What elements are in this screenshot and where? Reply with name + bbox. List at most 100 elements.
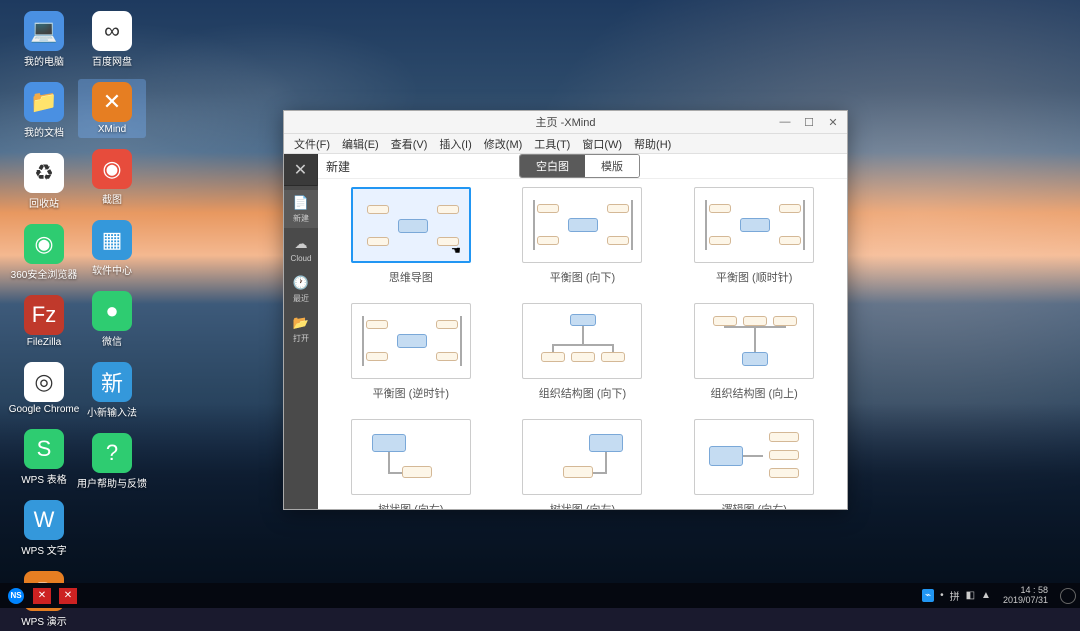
desktop-icon-微信[interactable]: ●微信	[78, 288, 146, 351]
template-thumbnail	[694, 303, 814, 379]
template-label: 平衡图 (逆时针)	[373, 385, 449, 401]
sidebar-item-label: 打开	[293, 333, 309, 344]
desktop-icon-截图[interactable]: ◉截图	[78, 146, 146, 209]
icon-label: WPS 表格	[21, 471, 67, 486]
sidebar-item-label: 最近	[293, 293, 309, 304]
desktop-icon-WPS 表格[interactable]: SWPS 表格	[10, 426, 78, 489]
taskbar-app-xmind-1[interactable]: ✕	[30, 586, 54, 606]
app-icon: 📁	[24, 82, 64, 122]
desktop-icon-WPS 文字[interactable]: WWPS 文字	[10, 497, 78, 560]
app-icon: 新	[92, 362, 132, 402]
tab-template[interactable]: 模版	[585, 155, 639, 177]
template-tree-left[interactable]: 树状图 (向左)	[512, 419, 654, 509]
sidebar-Cloud[interactable]: ☁ Cloud	[284, 230, 318, 268]
desktop-icon-我的电脑[interactable]: 💻 我的电脑	[10, 8, 78, 71]
desktop-icon-我的文档[interactable]: 📁 我的文档	[10, 79, 78, 142]
打开-icon: 📂	[293, 315, 309, 331]
titlebar[interactable]: 主页 -XMind — ☐ ✕	[284, 111, 847, 134]
template-balance-ccw[interactable]: 平衡图 (逆时针)	[340, 303, 482, 401]
desktop-icon-百度网盘[interactable]: ∞ 百度网盘	[78, 8, 146, 71]
desktop-icon-回收站[interactable]: ♻ 回收站	[10, 150, 78, 213]
menu-帮助(H)[interactable]: 帮助(H)	[630, 134, 675, 154]
left-panel-top: ✕	[284, 154, 318, 186]
xmind-window: 主页 -XMind — ☐ ✕ 文件(F)编辑(E)查看(V)插入(I)修改(M…	[283, 110, 848, 510]
desktop-icon-软件中心[interactable]: ▦软件中心	[78, 217, 146, 280]
app-icon: ◎	[24, 362, 64, 402]
menu-查看(V)[interactable]: 查看(V)	[387, 134, 432, 154]
minimize-button[interactable]: —	[773, 113, 797, 131]
desktop-icon-Google Chrome[interactable]: ◎ Google Chrome	[10, 359, 78, 418]
app-icon: ∞	[92, 11, 132, 51]
app-icon: ◉	[92, 149, 132, 189]
icon-label: 小新输入法	[87, 404, 137, 419]
template-label: 树状图 (向右)	[378, 501, 443, 509]
Cloud-icon: ☁	[295, 236, 308, 252]
template-balance-down[interactable]: 平衡图 (向下)	[512, 187, 654, 285]
icon-label: 回收站	[29, 195, 59, 210]
sidebar-item-label: 新建	[293, 213, 309, 224]
template-org-down[interactable]: 组织结构图 (向下)	[512, 303, 654, 401]
template-thumbnail: ☚	[351, 187, 471, 263]
menu-窗口(W)[interactable]: 窗口(W)	[578, 134, 626, 154]
desktop-icon-XMind[interactable]: ✕ XMind	[78, 79, 146, 138]
menu-工具(T)[interactable]: 工具(T)	[530, 134, 574, 154]
app-icon: 💻	[24, 11, 64, 51]
app-icon: ✕	[92, 82, 132, 122]
cursor-icon: ☚	[451, 244, 461, 257]
template-balance-cw[interactable]: 平衡图 (顺时针)	[683, 187, 825, 285]
icon-label: 我的文档	[24, 124, 64, 139]
close-button[interactable]: ✕	[821, 113, 845, 131]
sidebar-打开[interactable]: 📂 打开	[284, 310, 318, 348]
template-tabs: 空白图 模版	[519, 154, 640, 178]
app-icon: ♻	[24, 153, 64, 193]
新建-icon: 📄	[293, 195, 309, 211]
show-desktop-button[interactable]	[1060, 588, 1076, 604]
template-thumbnail	[694, 419, 814, 495]
system-tray: ⌁ • 拼 ◧ ▲ 14 : 58 2019/07/31	[922, 586, 1076, 606]
notification-icon[interactable]: ◧	[966, 590, 975, 601]
icon-label: 百度网盘	[92, 53, 132, 68]
icon-label: XMind	[98, 124, 126, 135]
desktop-icons: 💻 我的电脑 📁 我的文档 ♻ 回收站 ◉360安全浏览器 FzFileZilla ◎ Googl…	[10, 8, 146, 631]
template-org-up[interactable]: 组织结构图 (向上)	[683, 303, 825, 401]
maximize-button[interactable]: ☐	[797, 113, 821, 131]
bluetooth-icon[interactable]: ⌁	[922, 589, 934, 602]
clock[interactable]: 14 : 58 2019/07/31	[1003, 586, 1048, 606]
template-thumbnail	[522, 187, 642, 263]
app-icon: ●	[92, 291, 132, 331]
template-tree-right[interactable]: 树状图 (向右)	[340, 419, 482, 509]
sidebar-item-label: Cloud	[291, 254, 312, 263]
desktop-icon-FileZilla[interactable]: FzFileZilla	[10, 292, 78, 351]
sidebar-最近[interactable]: 🕐 最近	[284, 270, 318, 308]
icon-label: 我的电脑	[24, 53, 64, 68]
template-mindmap[interactable]: ☚思维导图	[340, 187, 482, 285]
menu-插入(I)[interactable]: 插入(I)	[435, 134, 475, 154]
section-title: 新建	[326, 158, 350, 175]
template-thumbnail	[694, 187, 814, 263]
panel-close-icon[interactable]: ✕	[284, 154, 317, 186]
template-logic-right[interactable]: 逻辑图 (向右)	[683, 419, 825, 509]
tab-blank[interactable]: 空白图	[520, 155, 585, 177]
start-button[interactable]: NS	[4, 586, 28, 606]
desktop-icon-用户帮助与反馈[interactable]: ?用户帮助与反馈	[78, 430, 146, 493]
menu-文件(F)[interactable]: 文件(F)	[290, 134, 334, 154]
sidebar-新建[interactable]: 📄 新建	[284, 190, 318, 228]
app-icon: ◉	[24, 224, 64, 264]
template-thumbnail	[351, 303, 471, 379]
menu-编辑(E)[interactable]: 编辑(E)	[338, 134, 383, 154]
icon-label: 用户帮助与反馈	[77, 475, 147, 490]
tray-dot-icon[interactable]: •	[940, 590, 944, 601]
icon-label: WPS 文字	[21, 542, 67, 557]
taskbar-app-xmind-2[interactable]: ✕	[56, 586, 80, 606]
menubar: 文件(F)编辑(E)查看(V)插入(I)修改(M)工具(T)窗口(W)帮助(H)	[284, 134, 847, 154]
desktop-icon-360安全浏览器[interactable]: ◉360安全浏览器	[10, 221, 78, 284]
最近-icon: 🕐	[293, 275, 309, 291]
template-label: 平衡图 (顺时针)	[716, 269, 792, 285]
left-toolbar: 📄 新建 ☁ Cloud 🕐 最近 📂 打开	[284, 186, 318, 509]
network-icon[interactable]: ▲	[981, 590, 991, 601]
desktop-icon-小新输入法[interactable]: 新小新输入法	[78, 359, 146, 422]
menu-修改(M)[interactable]: 修改(M)	[480, 134, 527, 154]
icon-label: WPS 演示	[21, 613, 67, 628]
ime-indicator[interactable]: 拼	[950, 588, 960, 603]
icon-label: Google Chrome	[9, 404, 80, 415]
